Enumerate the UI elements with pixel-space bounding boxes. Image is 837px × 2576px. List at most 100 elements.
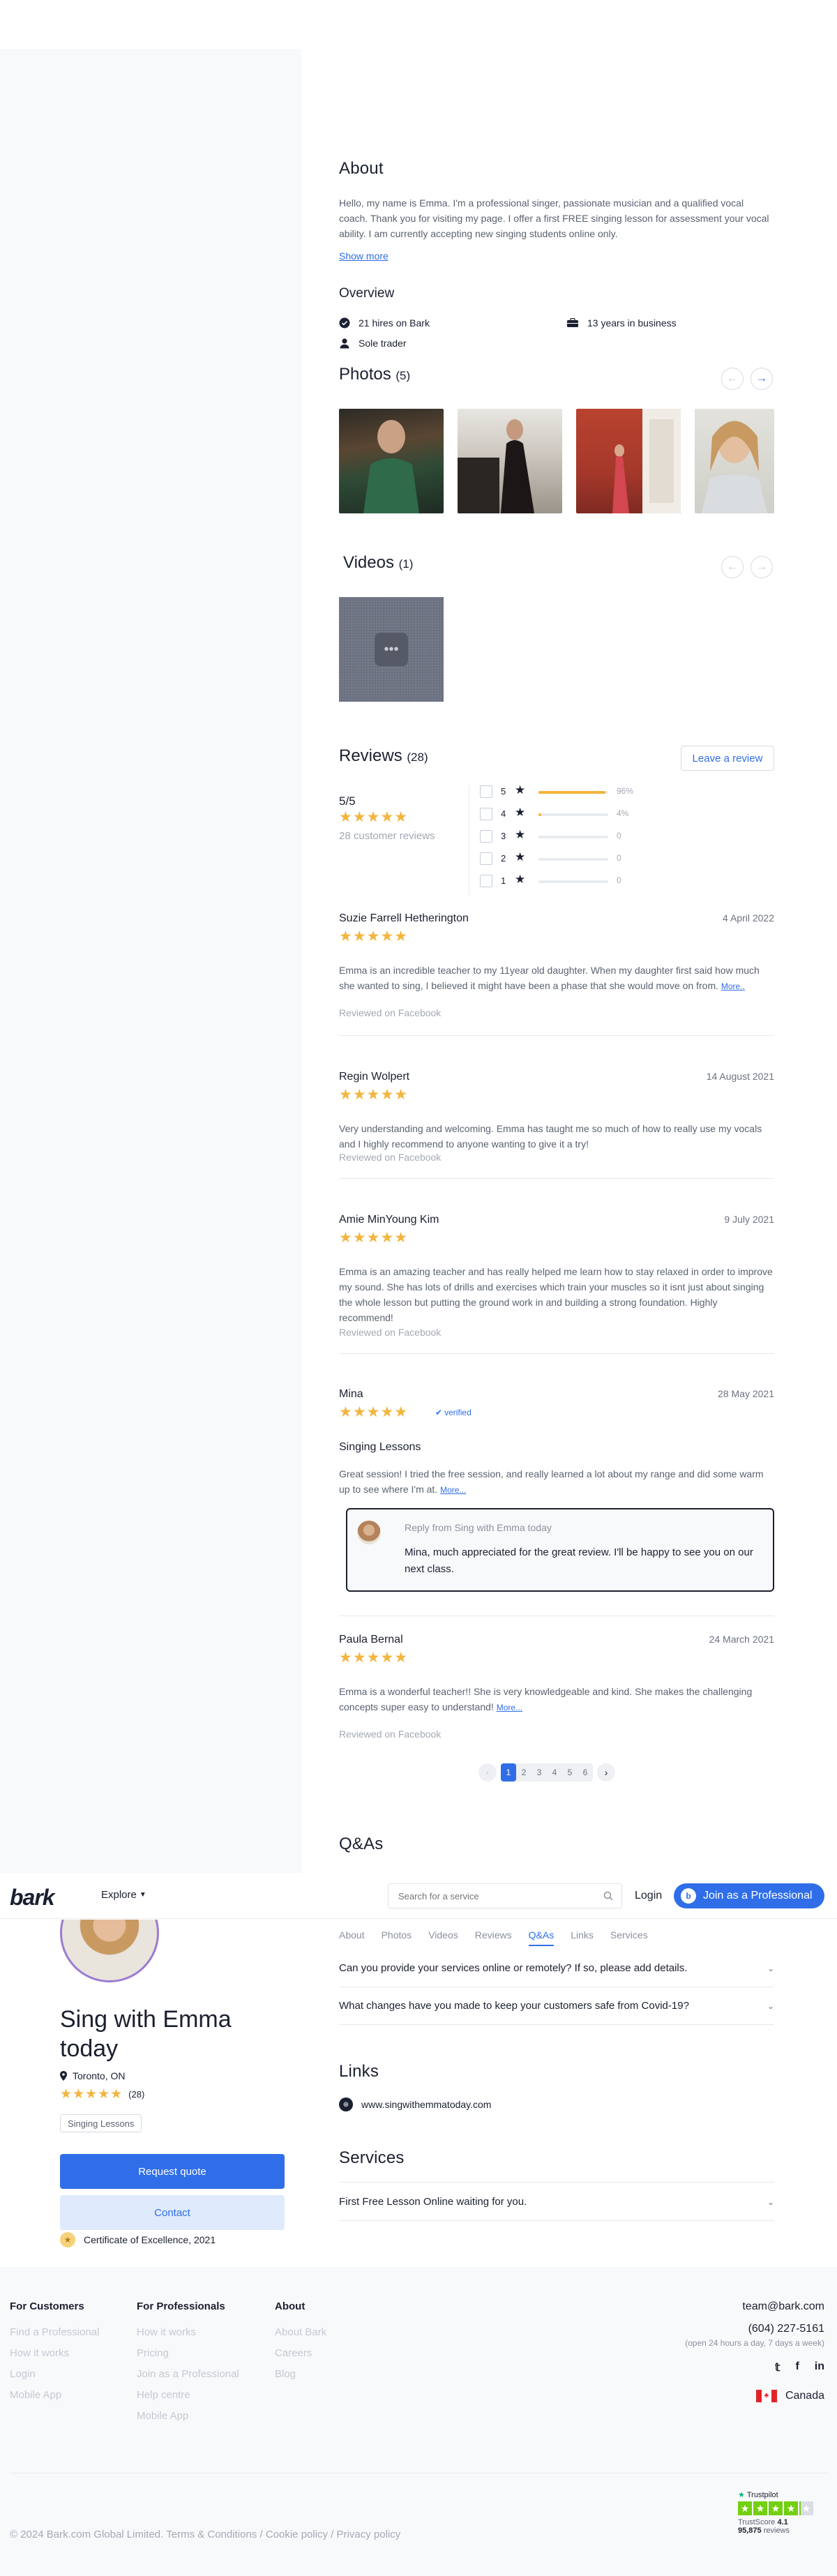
video-thumbnail[interactable]: ••• xyxy=(339,597,444,702)
leave-review-button[interactable]: Leave a review xyxy=(681,746,774,771)
profile-rating-count: (28) xyxy=(128,2089,145,2100)
bark-badge-icon: b xyxy=(681,1888,696,1904)
subnav-tab[interactable]: About xyxy=(339,1929,365,1946)
star-icon: ★ xyxy=(515,828,526,841)
footer-link[interactable]: Pricing xyxy=(137,2347,239,2359)
review-text-content: Emma is an incredible teacher to my 11ye… xyxy=(339,965,760,991)
review-text: Emma is an amazing teacher and has reall… xyxy=(339,1266,773,1323)
login-link[interactable]: Login xyxy=(635,1890,662,1902)
profile-rating: ★★★★★ (28) xyxy=(60,2086,144,2102)
terms-link[interactable]: Terms & Conditions xyxy=(166,2529,257,2540)
linkedin-icon[interactable]: in xyxy=(815,2360,824,2374)
subnav-tab[interactable]: Services xyxy=(610,1929,648,1946)
rating-row[interactable]: 4 ★ 4% xyxy=(480,806,633,822)
videos-title: Videos xyxy=(343,553,394,572)
request-quote-button[interactable]: Request quote xyxy=(60,2154,285,2189)
footer-link[interactable]: Careers xyxy=(275,2347,326,2359)
review-divider xyxy=(339,1615,774,1616)
footer-link[interactable]: Mobile App xyxy=(137,2410,239,2422)
photo-4[interactable] xyxy=(695,409,774,513)
footer-link[interactable]: Blog xyxy=(275,2368,326,2380)
footer-link[interactable]: Mobile App xyxy=(10,2389,99,2401)
footer-link[interactable]: How it works xyxy=(137,2326,239,2338)
cookie-link[interactable]: Cookie policy xyxy=(266,2529,328,2540)
subnav-tab[interactable]: Videos xyxy=(428,1929,458,1946)
overview-title: Overview xyxy=(339,286,395,301)
rating-filter-checkbox[interactable] xyxy=(480,808,492,820)
review-more-link[interactable]: More... xyxy=(440,1485,466,1495)
rating-row[interactable]: 5 ★ 96% xyxy=(480,783,634,799)
rating-row[interactable]: 2 ★ 0 xyxy=(480,850,633,866)
trustscore-row: TrustScore 4.1 xyxy=(738,2518,824,2526)
footer-email[interactable]: team@bark.com xyxy=(685,2300,824,2313)
footer-link[interactable]: About Bark xyxy=(275,2326,326,2338)
subnav-tab[interactable]: Reviews xyxy=(475,1929,512,1946)
footer-link[interactable]: Find a Professional xyxy=(10,2326,99,2338)
review-more-link[interactable]: More.. xyxy=(721,981,745,991)
page-number[interactable]: 1 xyxy=(501,1763,516,1782)
rating-filter-checkbox[interactable] xyxy=(480,852,492,865)
page-number[interactable]: 5 xyxy=(562,1763,578,1782)
subnav-tab[interactable]: Photos xyxy=(382,1929,412,1946)
qa-question: Can you provide your services online or … xyxy=(339,1962,688,1974)
videos-heading: Videos (1) xyxy=(343,553,413,573)
rating-percent: 96% xyxy=(617,786,634,796)
explore-label: Explore xyxy=(101,1889,137,1901)
service-item[interactable]: First Free Lesson Online waiting for you… xyxy=(339,2183,774,2221)
photo-3[interactable] xyxy=(576,409,681,513)
qa-item[interactable]: What changes have you made to keep your … xyxy=(339,1987,774,2025)
rating-row[interactable]: 1 ★ 0 xyxy=(480,873,633,889)
footer-link[interactable]: Help centre xyxy=(137,2389,239,2401)
pagination-next-button[interactable]: › xyxy=(597,1763,615,1782)
twitter-icon[interactable]: 𝕥 xyxy=(775,2360,780,2374)
contact-button[interactable]: Contact xyxy=(60,2195,285,2230)
review-more-link[interactable]: More... xyxy=(497,1703,522,1712)
explore-menu[interactable]: Explore ▼ xyxy=(101,1889,146,1901)
reviewer-name: Paula Bernal xyxy=(339,1634,403,1645)
profile-service-tag[interactable]: Singing Lessons xyxy=(60,2114,142,2132)
subnav-tab[interactable]: Links xyxy=(571,1929,594,1946)
rating-filter-checkbox[interactable] xyxy=(480,785,492,798)
page-number[interactable]: 2 xyxy=(516,1763,531,1782)
rating-filter-checkbox[interactable] xyxy=(480,830,492,843)
search-icon[interactable] xyxy=(603,1891,613,1901)
show-more-link[interactable]: Show more xyxy=(339,250,389,262)
footer-link[interactable]: Join as a Professional xyxy=(137,2368,239,2380)
photos-prev-button[interactable]: ← xyxy=(721,368,744,390)
trust-review-total: 95,875 xyxy=(738,2526,762,2535)
qa-item[interactable]: Can you provide your services online or … xyxy=(339,1950,774,1987)
bark-logo[interactable]: bark xyxy=(10,1885,55,1911)
business-reply: Reply from Sing with Emma today Mina, mu… xyxy=(346,1508,774,1592)
privacy-link[interactable]: Privacy policy xyxy=(337,2529,401,2540)
rating-filter-checkbox[interactable] xyxy=(480,875,492,887)
rating-bar-fill xyxy=(538,813,541,816)
rating-row[interactable]: 3 ★ 0 xyxy=(480,828,633,844)
globe-icon: ⊕ xyxy=(339,2097,353,2111)
review-source: Reviewed on Facebook xyxy=(339,1152,442,1163)
videos-next-button[interactable]: → xyxy=(751,556,773,578)
photo-2[interactable] xyxy=(458,409,562,513)
facebook-icon[interactable]: f xyxy=(795,2360,799,2374)
trust-star-icon: ★ xyxy=(784,2501,798,2515)
rating-bar xyxy=(538,791,608,794)
qas-title: Q&As xyxy=(339,1835,384,1853)
star-icon: ★ xyxy=(515,850,526,864)
footer-phone[interactable]: (604) 227-5161 xyxy=(685,2323,824,2335)
join-professional-button[interactable]: b Join as a Professional xyxy=(674,1883,824,1908)
page-number[interactable]: 4 xyxy=(547,1763,562,1782)
pagination-prev-button[interactable]: ‹ xyxy=(478,1763,497,1782)
country-selector[interactable]: ♣ Canada xyxy=(685,2390,824,2402)
subnav-tab[interactable]: Q&As xyxy=(528,1929,555,1946)
website-link[interactable]: ⊕ www.singwithemmatoday.com xyxy=(339,2097,491,2111)
page-number[interactable]: 6 xyxy=(578,1763,593,1782)
photos-next-button[interactable]: → xyxy=(751,368,773,390)
footer-link[interactable]: Login xyxy=(10,2368,99,2380)
overview-years-label: 13 years in business xyxy=(587,317,677,329)
trustpilot-widget[interactable]: ★ Trustpilot ★ ★ ★ ★ ★ TrustScore 4.1 95,… xyxy=(738,2490,824,2535)
page-number[interactable]: 3 xyxy=(531,1763,547,1782)
photo-1[interactable] xyxy=(339,409,444,513)
footer-link[interactable]: How it works xyxy=(10,2347,99,2359)
rating-star-number: 3 xyxy=(501,831,506,841)
videos-prev-button[interactable]: ← xyxy=(721,556,744,578)
search-input[interactable] xyxy=(389,1884,598,1908)
